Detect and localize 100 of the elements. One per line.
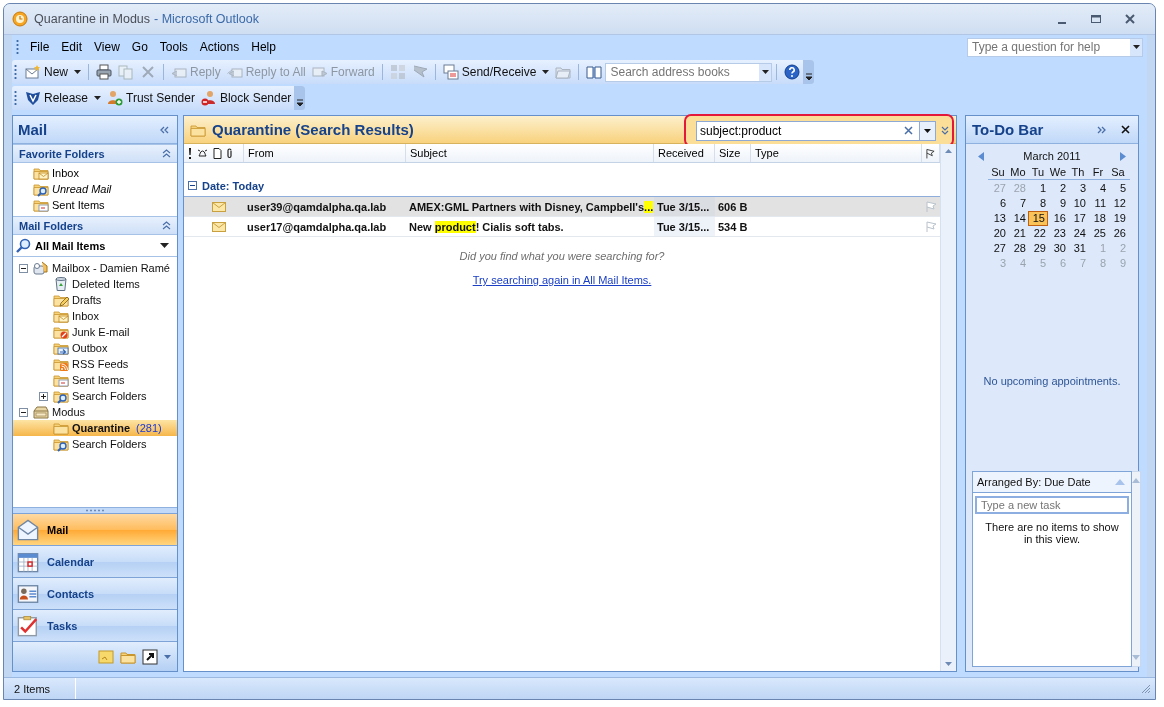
navigation-button[interactable]: Tasks (13, 609, 177, 641)
folder-item[interactable]: Deleted Items (72, 278, 140, 290)
calendar-day[interactable]: 5 (1108, 181, 1128, 196)
expand-chevron-icon[interactable] (1097, 125, 1107, 134)
calendar-day[interactable]: 22 (1028, 226, 1048, 241)
column-header[interactable]: Type (751, 144, 922, 162)
calendar-day[interactable]: 29 (1028, 241, 1048, 256)
message-row[interactable]: user17@qamdalpha.qa.lab New product! Cialis soft tabs. Tue 3/15... 534 B (184, 217, 940, 237)
toolbar-button[interactable] (93, 61, 115, 83)
calendar-day[interactable]: 8 (1028, 196, 1048, 211)
clear-search-icon[interactable] (904, 126, 913, 135)
calendar-day[interactable]: 13 (988, 211, 1008, 226)
menu-item[interactable]: File (24, 38, 56, 56)
collapse-chevron-icon[interactable] (162, 221, 171, 230)
folder-item[interactable]: Modus (52, 406, 86, 418)
toolbar-button[interactable]: Release (22, 87, 105, 109)
calendar-day[interactable]: 24 (1068, 226, 1088, 241)
close-icon[interactable] (1121, 125, 1130, 134)
calendar-day[interactable]: 20 (988, 226, 1008, 241)
document-icon[interactable] (213, 147, 222, 159)
scroll-up-icon[interactable] (945, 149, 952, 153)
new-task-field[interactable]: Type a new task (975, 496, 1129, 514)
splitter-handle-icon[interactable] (85, 509, 105, 512)
flag-icon[interactable] (926, 147, 935, 159)
navigation-button[interactable]: Mail (13, 513, 177, 545)
menu-item[interactable]: Help (245, 38, 282, 56)
calendar-day[interactable]: 28 (1008, 241, 1028, 256)
calendar-day[interactable]: 27 (988, 241, 1008, 256)
importance-icon[interactable] (188, 147, 192, 159)
toolbar-button[interactable]: Trust Sender (104, 87, 198, 109)
calendar-day[interactable]: 30 (1048, 241, 1068, 256)
folder-item[interactable]: Drafts (72, 294, 102, 306)
help-search-field[interactable]: Type a question for help (967, 37, 1143, 57)
calendar-day[interactable]: 9 (1048, 196, 1068, 211)
folder-item[interactable]: Inbox (72, 310, 99, 322)
calendar-day[interactable]: 1 (1028, 181, 1048, 196)
menu-item[interactable]: Actions (193, 38, 246, 56)
collapse-chevron-icon[interactable] (159, 125, 169, 134)
folder-item[interactable]: Junk E-mail (72, 326, 130, 338)
menu-item[interactable]: Edit (55, 38, 89, 56)
calendar-day[interactable]: 21 (1008, 226, 1028, 241)
menu-item[interactable]: Go (125, 38, 154, 56)
calendar-day[interactable]: 11 (1088, 196, 1108, 211)
calendar-day[interactable]: 17 (1068, 211, 1088, 226)
collapse-chevron-icon[interactable] (162, 149, 171, 158)
calendar-day[interactable]: 23 (1048, 226, 1068, 241)
menu-item[interactable]: Tools (153, 38, 194, 56)
group-header[interactable]: Date: Today (202, 179, 265, 192)
calendar-day[interactable]: 2 (1048, 181, 1068, 196)
folder-item[interactable]: Search Folders (72, 390, 147, 402)
folder-item[interactable]: Mailbox - Damien Ramé (52, 262, 170, 274)
column-header[interactable]: Received (654, 144, 715, 162)
calendar-day[interactable]: 7 (1008, 196, 1028, 211)
folder-item[interactable]: Search Folders (72, 438, 147, 450)
folder-item[interactable]: Outbox (72, 342, 108, 354)
scrollbar[interactable] (940, 144, 956, 671)
toolbar-button[interactable]: Send/Receive (439, 61, 553, 83)
calendar-day[interactable]: 15 (1028, 211, 1048, 226)
column-header[interactable]: Size (715, 144, 751, 162)
previous-month-icon[interactable] (978, 151, 984, 161)
column-header[interactable]: From (244, 144, 406, 162)
calendar-day[interactable]: 14 (1008, 211, 1028, 226)
toolbar-options-icon[interactable] (804, 73, 813, 81)
folder-item[interactable]: RSS Feeds (72, 358, 129, 370)
folder-item[interactable]: Quarantine (72, 422, 131, 434)
toolbar-button[interactable]: Block Sender (197, 87, 295, 109)
folder-view-dropdown[interactable]: All Mail Items (13, 235, 177, 257)
paperclip-icon[interactable] (227, 147, 233, 159)
collapse-toggle-icon[interactable] (188, 181, 197, 190)
search-again-link[interactable]: Try searching again in All Mail Items. (472, 274, 652, 286)
calendar-day[interactable]: 26 (1108, 226, 1128, 241)
toolbar-button[interactable]: New (22, 61, 84, 83)
tree-toggle-icon[interactable] (19, 263, 28, 273)
menu-item[interactable]: View (88, 38, 126, 56)
calendar-day[interactable]: 16 (1048, 211, 1068, 226)
expand-chevron-icon[interactable] (941, 125, 949, 136)
calendar-day[interactable]: 6 (988, 196, 1008, 211)
favorite-folder[interactable]: Sent Items (33, 197, 177, 213)
calendar-day[interactable]: 12 (1108, 196, 1128, 211)
calendar-day[interactable]: 18 (1088, 211, 1108, 226)
toolbar-options-icon[interactable] (295, 99, 304, 107)
scroll-down-icon[interactable] (945, 662, 952, 666)
next-month-icon[interactable] (1120, 151, 1126, 161)
calendar-day[interactable]: 31 (1068, 241, 1088, 256)
favorite-folder[interactable]: Inbox (33, 165, 177, 181)
calendar-day[interactable]: 25 (1088, 226, 1108, 241)
bell-icon[interactable] (197, 147, 208, 159)
address-search-field[interactable]: Search address books (605, 62, 773, 82)
calendar-day[interactable]: 4 (1088, 181, 1108, 196)
navigation-button[interactable]: Calendar (13, 545, 177, 577)
calendar-day[interactable]: 3 (1068, 181, 1088, 196)
calendar-day[interactable]: 19 (1108, 211, 1128, 226)
tree-toggle-icon[interactable] (19, 407, 28, 417)
resize-grip-icon[interactable] (1141, 683, 1151, 694)
search-box[interactable]: subject:product (696, 120, 936, 141)
calendar-day[interactable]: 10 (1068, 196, 1088, 211)
navigation-button[interactable]: Contacts (13, 577, 177, 609)
column-header[interactable]: Subject (406, 144, 654, 162)
folder-item[interactable]: Sent Items (72, 374, 125, 386)
configure-buttons-icon[interactable] (164, 654, 171, 659)
